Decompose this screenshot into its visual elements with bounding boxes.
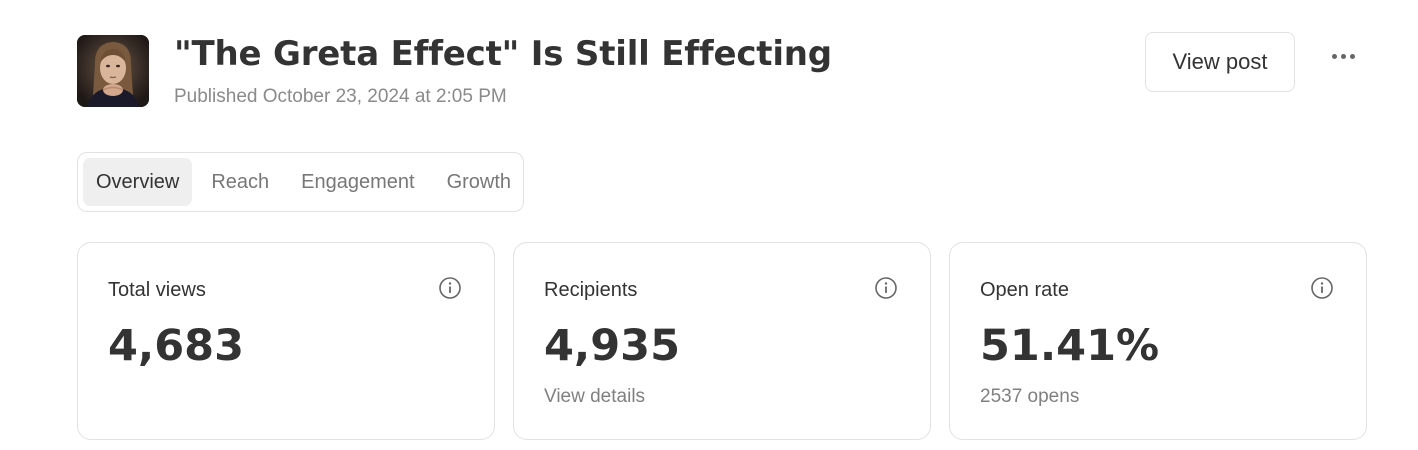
tab-growth[interactable]: Growth <box>434 158 524 206</box>
post-title: "The Greta Effect" Is Still Effecting <box>174 34 832 74</box>
stat-label: Open rate <box>980 279 1069 301</box>
ellipsis-icon <box>1349 53 1355 59</box>
tab-reach[interactable]: Reach <box>198 158 282 206</box>
tab-engagement[interactable]: Engagement <box>288 158 427 206</box>
stat-label: Total views <box>108 279 206 301</box>
view-post-button[interactable]: View post <box>1145 32 1295 92</box>
stat-value: 4,935 <box>544 321 681 371</box>
stat-card-recipients: Recipients 4,935 View details <box>513 242 931 440</box>
info-icon[interactable] <box>874 276 898 300</box>
stat-label: Recipients <box>544 279 638 301</box>
info-icon[interactable] <box>1310 276 1334 300</box>
stat-card-total-views: Total views 4,683 <box>77 242 495 440</box>
stat-value: 4,683 <box>108 321 245 371</box>
post-thumbnail <box>77 35 149 107</box>
info-icon[interactable] <box>438 276 462 300</box>
view-details-link[interactable]: View details <box>544 386 645 408</box>
stats-tabs: Overview Reach Engagement Growth <box>77 152 524 212</box>
post-stats-page: "The Greta Effect" Is Still Effecting Pu… <box>0 0 1418 450</box>
ellipsis-icon <box>1340 53 1346 59</box>
stat-value: 51.41% <box>980 321 1160 371</box>
portrait-thumbnail <box>77 35 149 107</box>
opens-count: 2537 opens <box>980 386 1080 407</box>
ellipsis-icon <box>1331 53 1337 59</box>
published-date: Published October 23, 2024 at 2:05 PM <box>174 86 507 107</box>
stat-card-open-rate: Open rate 51.41% 2537 opens <box>949 242 1367 440</box>
more-options-button[interactable] <box>1326 44 1360 68</box>
tab-overview[interactable]: Overview <box>83 158 193 206</box>
